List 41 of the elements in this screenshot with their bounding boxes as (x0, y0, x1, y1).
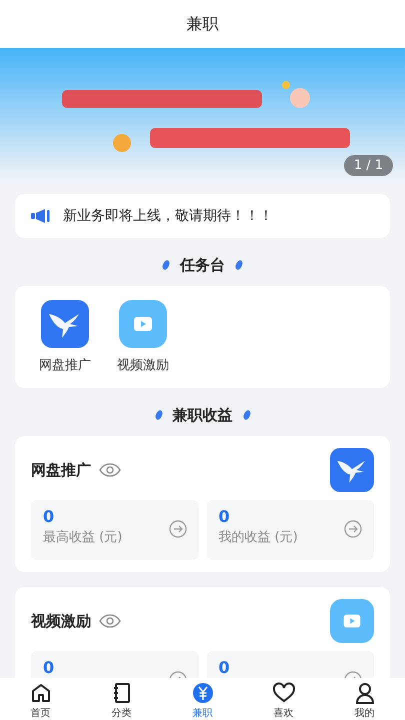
yen-icon (192, 682, 214, 704)
stat-tile[interactable]: 0 我的收益 (元) (206, 500, 374, 560)
home-icon (30, 682, 52, 704)
card-title: 视频激励 (31, 612, 91, 630)
stat-tile[interactable]: 0 最高收益 (元) (31, 500, 198, 560)
video-app-icon (330, 599, 374, 643)
tab-item[interactable]: 我的 (324, 678, 405, 720)
tab-item[interactable]: 喜欢 (243, 678, 324, 720)
section-title: 兼职收益 (172, 406, 232, 424)
arrow-circle-icon (168, 520, 186, 538)
eye-icon[interactable] (99, 463, 121, 477)
dot-icon (162, 259, 170, 271)
slide-counter: 1 / 1 (344, 155, 393, 176)
heart-icon (272, 682, 296, 704)
card-title: 网盘推广 (31, 460, 91, 480)
section-title: 任务台 (180, 256, 225, 274)
tab-item[interactable]: 首页 (0, 678, 81, 720)
task-item[interactable]: 网盘推广 (39, 300, 91, 374)
stat-label: 最高收益 (元) (43, 529, 122, 546)
tab-item[interactable]: 兼职 (162, 678, 243, 720)
stat-label: 我的收益 (元) (218, 529, 298, 546)
page-title: 兼职 (186, 14, 218, 34)
stat-value: 0 (218, 658, 230, 677)
bird-app-icon (330, 448, 374, 492)
task-item[interactable]: 视频激励 (117, 300, 169, 374)
stat-tile[interactable]: 0 (31, 651, 198, 678)
stat-tile[interactable]: 0 (206, 651, 374, 678)
stat-value: 0 (218, 507, 231, 526)
notice-text: 新业务即将上线，敬请期待！！！ (63, 207, 273, 225)
tab-item[interactable]: 分类 (81, 678, 162, 720)
person-icon (354, 682, 376, 704)
dot-icon (242, 409, 250, 421)
dot-icon (235, 259, 243, 271)
megaphone-icon (31, 208, 51, 224)
stat-value: 0 (43, 658, 54, 677)
eye-icon[interactable] (99, 614, 121, 628)
bird-app-icon (41, 300, 89, 348)
dot-icon (154, 409, 162, 421)
stat-value: 0 (43, 507, 56, 526)
arrow-circle-icon (344, 520, 362, 538)
video-app-icon (119, 300, 167, 348)
